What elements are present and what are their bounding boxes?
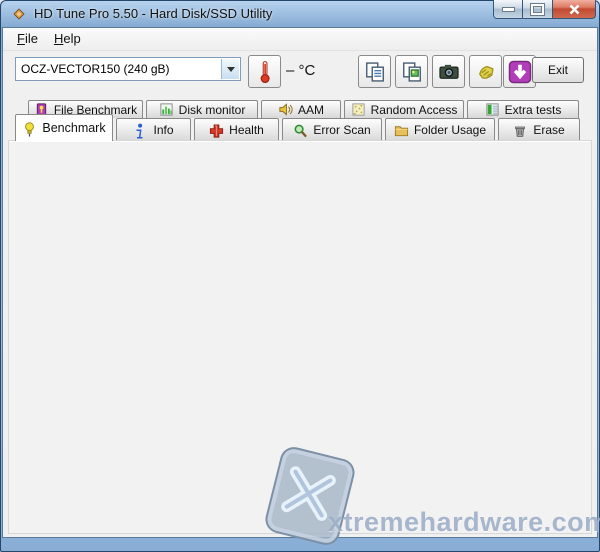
menu-item-help[interactable]: Help: [46, 28, 89, 46]
hdtune-logo-icon: [12, 7, 26, 21]
tab-label: Extra tests: [504, 102, 562, 117]
copy-image-icon: [401, 61, 423, 83]
save-info-button[interactable]: [469, 55, 502, 88]
temperature-button[interactable]: [248, 55, 281, 88]
tab-folder-usage[interactable]: Folder Usage: [385, 118, 495, 141]
tab-label: Erase: [533, 123, 565, 137]
exit-button[interactable]: Exit: [532, 57, 584, 83]
extra-tests-icon: [485, 102, 500, 117]
camera-icon: [438, 61, 460, 83]
tab-label: Error Scan: [313, 123, 371, 137]
app-window: HD Tune Pro 5.50 - Hard Disk/SSD Utility…: [0, 0, 600, 552]
temperature-value: –: [286, 62, 295, 79]
folder-icon: [394, 123, 409, 138]
temperature-unit: °C: [298, 62, 316, 79]
magnifier-icon: [293, 123, 308, 138]
tab-error-scan[interactable]: Error Scan: [282, 118, 382, 141]
health-icon: [209, 123, 224, 138]
temperature-display: – °C: [286, 62, 315, 79]
minimize-button[interactable]: [493, 0, 523, 19]
copy-image-button[interactable]: [395, 55, 428, 88]
tab-disk-monitor[interactable]: Disk monitor: [146, 100, 258, 118]
tab-label: Info: [153, 123, 174, 137]
maximize-icon: [531, 3, 544, 15]
download-arrow-icon: [508, 60, 532, 84]
chevron-down-icon[interactable]: [221, 59, 239, 79]
drive-select-value: OCZ-VECTOR150 (240 gB): [21, 62, 170, 76]
menu-item-file[interactable]: File: [9, 28, 46, 46]
tab-extra-tests[interactable]: Extra tests: [467, 100, 579, 118]
tab-label: AAM: [297, 102, 324, 117]
tab-label: Health: [229, 123, 264, 137]
tab-benchmark[interactable]: Benchmark: [15, 114, 113, 141]
sparkplug-icon: [22, 121, 37, 137]
tab-info[interactable]: Info: [116, 118, 191, 141]
menu-bar: File Help: [3, 28, 597, 51]
speaker-icon: [278, 102, 293, 117]
close-button[interactable]: [553, 0, 596, 19]
copy-text-button[interactable]: [358, 55, 391, 88]
client-area: File Help OCZ-VECTOR150 (240 gB) – °C Exi…: [3, 28, 600, 548]
tab-aam[interactable]: AAM: [261, 100, 341, 118]
tab-label: Disk monitor: [178, 102, 246, 117]
tab-erase[interactable]: Erase: [498, 118, 580, 141]
hand-icon: [475, 61, 497, 83]
maximize-button[interactable]: [523, 0, 553, 19]
title-bar[interactable]: HD Tune Pro 5.50 - Hard Disk/SSD Utility: [0, 0, 600, 28]
watermark-text: xtremehardware.com: [328, 507, 600, 537]
tab-label: Random Access: [370, 102, 458, 117]
screenshot-button[interactable]: [432, 55, 465, 88]
trash-icon: [513, 123, 528, 138]
thermometer-icon: [260, 60, 270, 83]
minimize-icon: [502, 7, 514, 11]
disk-monitor-icon: [159, 102, 174, 117]
info-icon: [133, 123, 148, 138]
copy-pages-icon: [364, 61, 386, 83]
tab-health[interactable]: Health: [194, 118, 279, 141]
random-access-icon: [351, 102, 366, 117]
tab-label: Folder Usage: [413, 123, 487, 137]
drive-select[interactable]: OCZ-VECTOR150 (240 gB): [15, 57, 241, 81]
tab-label: Benchmark: [42, 121, 106, 135]
window-title: HD Tune Pro 5.50 - Hard Disk/SSD Utility: [34, 6, 273, 21]
tab-random-access[interactable]: Random Access: [344, 100, 464, 118]
close-icon: [569, 4, 579, 14]
